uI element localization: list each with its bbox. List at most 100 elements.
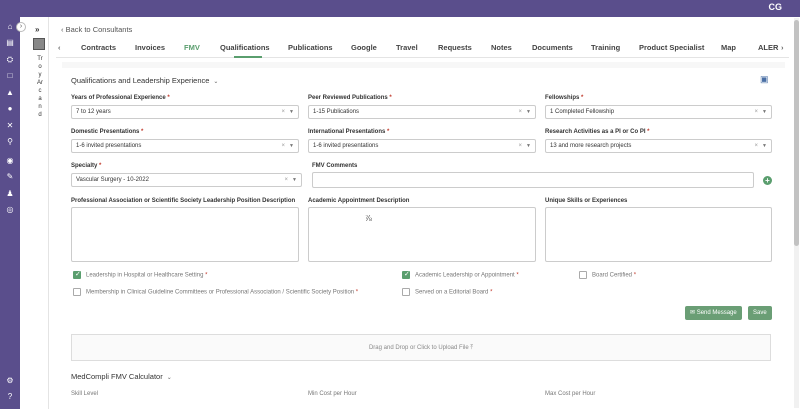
graduation-cap-icon[interactable]: ▲ — [5, 88, 15, 98]
leadership-hospital-checkbox-row[interactable]: Leadership in Hospital or Healthcare Set… — [73, 270, 207, 279]
active-tab-indicator — [234, 56, 262, 58]
back-link[interactable]: ‹ Back to Consultants — [61, 25, 132, 34]
specialty-select[interactable]: Vascular Surgery - 10-2022 × ▼ — [71, 173, 302, 187]
leadership-hospital-checkbox[interactable] — [73, 270, 81, 279]
domestic-presentations-label: Domestic Presentations * — [71, 129, 144, 135]
clear-icon[interactable]: × — [518, 109, 522, 115]
peer-reviewed-value: 1-15 Publications — [313, 109, 360, 115]
tab-qualifications[interactable]: Qualifications — [220, 43, 270, 52]
academic-appointment-textarea[interactable] — [308, 207, 536, 262]
tab-training[interactable]: Training — [591, 43, 620, 52]
chevron-down-icon: ⌄ — [213, 79, 219, 85]
document-icon[interactable]: □ — [5, 71, 15, 81]
person-icon[interactable]: ♟ — [5, 189, 15, 199]
membership-committees-checkbox[interactable] — [73, 288, 81, 296]
years-experience-select[interactable]: 7 to 12 years × ▼ — [71, 105, 299, 119]
clear-icon[interactable]: × — [518, 143, 522, 149]
fellowships-select[interactable]: 1 Completed Fellowship × ▼ — [545, 105, 772, 119]
unique-skills-textarea[interactable] — [545, 207, 772, 262]
pill-icon[interactable]: ◉ — [5, 156, 15, 166]
board-certified-checkbox-row[interactable]: Board Certified * — [579, 271, 636, 279]
domestic-presentations-select[interactable]: 1-6 invited presentations × ▼ — [71, 139, 299, 153]
add-comment-button[interactable]: + — [763, 176, 772, 185]
calculator-title[interactable]: MedCompli FMV Calculator ⌄ — [71, 372, 172, 381]
id-card-icon[interactable]: ▤ — [5, 38, 15, 48]
prof-association-textarea[interactable] — [71, 207, 299, 262]
tab-invoices[interactable]: Invoices — [135, 43, 165, 52]
unique-skills-label: Unique Skills or Experiences — [545, 198, 628, 204]
tab-requests[interactable]: Requests — [438, 43, 472, 52]
chevron-down-icon[interactable]: ▼ — [289, 143, 294, 149]
section-title[interactable]: Qualifications and Leadership Experience… — [71, 76, 218, 85]
profile-column: » Troy Arcand — [29, 17, 49, 409]
cart-icon[interactable]: ⛭ — [5, 55, 15, 65]
tab-product-specialist[interactable]: Product Specialist — [639, 43, 704, 52]
clear-icon[interactable]: × — [754, 143, 758, 149]
expand-icon[interactable]: » — [35, 25, 39, 34]
chevron-down-icon[interactable]: ▼ — [292, 177, 297, 183]
search-icon[interactable]: ⚲ — [5, 137, 15, 147]
globe-icon[interactable]: ◎ — [5, 205, 15, 215]
research-activities-label: Research Activities as a PI or Co PI * — [545, 129, 650, 135]
help-icon[interactable]: ? — [5, 392, 15, 402]
chevron-down-icon[interactable]: ▼ — [526, 143, 531, 149]
calculator-title-text: MedCompli FMV Calculator — [71, 372, 163, 381]
international-presentations-select[interactable]: 1-6 invited presentations × ▼ — [308, 139, 536, 153]
back-link-label: Back to Consultants — [65, 25, 133, 34]
user-edit-icon[interactable]: ✎ — [5, 172, 15, 182]
scrollbar-thumb[interactable] — [794, 20, 799, 246]
tab-map[interactable]: Map — [721, 43, 736, 52]
editorial-board-checkbox-row[interactable]: Served on a Editorial Board * — [402, 288, 492, 296]
tab-publications[interactable]: Publications — [288, 43, 333, 52]
gear-icon[interactable]: ⚙ — [5, 376, 15, 386]
membership-committees-checkbox-row[interactable]: Membership in Clinical Guideline Committ… — [73, 288, 358, 296]
clear-icon[interactable]: × — [754, 109, 758, 115]
save-button[interactable]: Save — [748, 306, 772, 320]
board-certified-checkbox[interactable] — [579, 271, 587, 279]
tab-contracts[interactable]: Contracts — [81, 43, 116, 52]
clear-icon[interactable]: × — [281, 109, 285, 115]
clear-icon[interactable]: × — [281, 143, 285, 149]
tab-documents[interactable]: Documents — [532, 43, 573, 52]
academic-leadership-checkbox-row[interactable]: Academic Leadership or Appointment * — [402, 270, 519, 279]
send-message-button[interactable]: ✉ Send Message — [685, 306, 742, 320]
file-upload-dropzone[interactable]: Drag and Drop or Click to Upload File ⤒ — [71, 334, 771, 361]
camera-icon[interactable]: ▣ — [760, 74, 769, 85]
fellowships-value: 1 Completed Fellowship — [550, 109, 615, 115]
international-presentations-label: International Presentations * — [308, 129, 390, 135]
text-cursor-icon: ⅞ — [365, 214, 372, 223]
users-icon[interactable]: ● — [5, 104, 15, 114]
academic-leadership-checkbox[interactable] — [402, 270, 410, 279]
consultant-name: Troy Arcand — [37, 56, 43, 118]
years-experience-value: 7 to 12 years — [76, 109, 111, 115]
tools-icon[interactable]: ✕ — [5, 121, 15, 131]
chevron-down-icon[interactable]: ▼ — [289, 109, 294, 115]
chevron-down-icon[interactable]: ▼ — [762, 109, 767, 115]
tab-notes[interactable]: Notes — [491, 43, 512, 52]
collapse-nav-button[interactable]: › — [16, 22, 26, 32]
user-initials[interactable]: CG — [769, 2, 783, 12]
page-scrollbar[interactable] — [794, 18, 799, 408]
tabs-scroll-right-icon[interactable]: › — [781, 43, 784, 52]
avatar — [33, 38, 45, 50]
academic-appointment-label: Academic Appointment Description — [308, 198, 410, 204]
tab-google[interactable]: Google — [351, 43, 377, 52]
specialty-label: Specialty * — [71, 163, 102, 169]
min-cost-label: Min Cost per Hour — [308, 391, 357, 397]
skill-level-label: Skill Level — [71, 391, 99, 397]
tab-fmv[interactable]: FMV — [184, 43, 200, 52]
home-icon[interactable]: ⌂ — [5, 22, 15, 32]
chevron-down-icon[interactable]: ▼ — [762, 143, 767, 149]
fmv-comments-input[interactable] — [312, 172, 754, 188]
domestic-presentations-value: 1-6 invited presentations — [76, 143, 142, 149]
peer-reviewed-select[interactable]: 1-15 Publications × ▼ — [308, 105, 536, 119]
envelope-icon: ✉ — [690, 310, 696, 316]
research-activities-select[interactable]: 13 and more research projects × ▼ — [545, 139, 772, 153]
editorial-board-checkbox[interactable] — [402, 288, 410, 296]
tabs-scroll-left-icon[interactable]: ‹ — [58, 43, 61, 52]
tab-travel[interactable]: Travel — [396, 43, 418, 52]
fellowships-label: Fellowships * — [545, 95, 584, 101]
tab-aler[interactable]: ALER — [758, 43, 778, 52]
clear-icon[interactable]: × — [284, 177, 288, 183]
chevron-down-icon[interactable]: ▼ — [526, 109, 531, 115]
